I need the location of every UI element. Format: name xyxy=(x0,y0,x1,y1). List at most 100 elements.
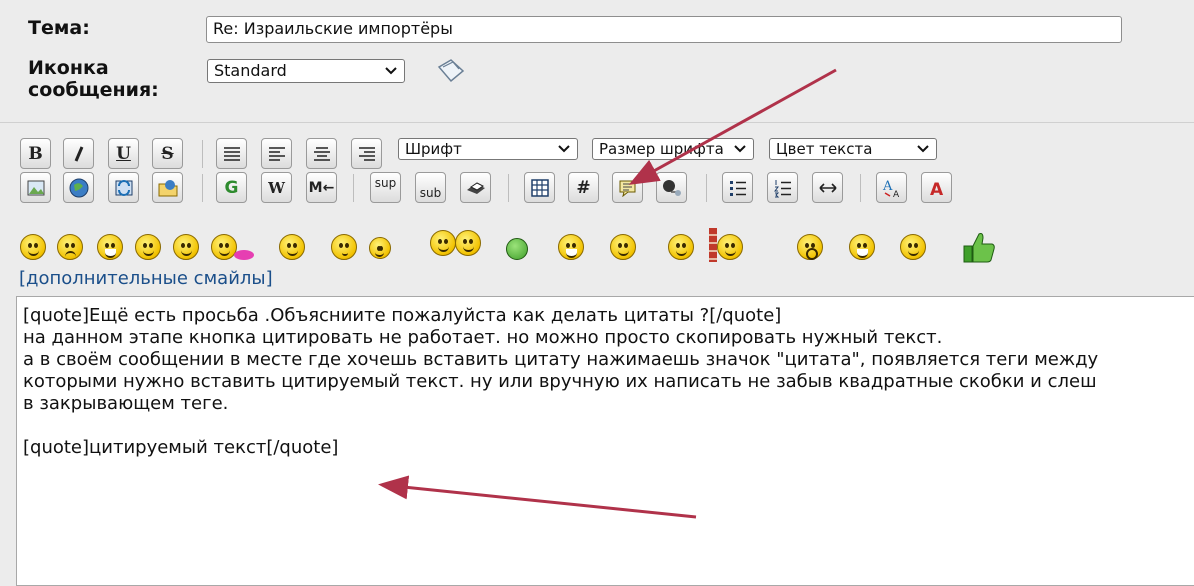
google-button[interactable]: G xyxy=(216,172,247,203)
smiley-icon[interactable] xyxy=(97,234,123,260)
thumbs-up-icon[interactable] xyxy=(960,228,998,266)
bullet-list-button[interactable] xyxy=(722,172,753,203)
align-left-icon xyxy=(268,146,285,161)
font-color-button[interactable]: A xyxy=(921,172,952,203)
align-right-button[interactable] xyxy=(351,138,382,169)
font-select[interactable]: Шрифт xyxy=(398,138,578,160)
chevron-down-icon xyxy=(917,145,929,153)
smiley-mouth xyxy=(28,249,39,256)
smiley-icon[interactable] xyxy=(849,234,875,260)
smiley-mouth xyxy=(375,250,384,257)
header-divider xyxy=(0,122,1194,123)
smiley-mouth xyxy=(857,249,868,258)
justify-icon xyxy=(223,146,240,161)
toolbar-separator xyxy=(202,140,203,168)
bold-button[interactable]: B xyxy=(20,138,51,169)
align-right-icon xyxy=(358,146,375,161)
code-label: # xyxy=(576,177,591,198)
smiley-icon[interactable] xyxy=(558,234,584,260)
strike-button[interactable]: S xyxy=(152,138,183,169)
smiley-icon[interactable] xyxy=(668,234,694,260)
smiley-icon[interactable] xyxy=(135,234,161,260)
insert-attachment-button[interactable] xyxy=(152,172,183,203)
smiley-icon[interactable] xyxy=(455,230,481,256)
wiki-button[interactable]: W xyxy=(261,172,292,203)
printer-icon xyxy=(466,181,485,194)
toolbar-separator xyxy=(202,174,203,202)
strike-label: S xyxy=(161,143,174,164)
superscript-button[interactable]: sup xyxy=(370,172,401,203)
numbered-list-icon xyxy=(773,179,791,197)
smiley-icon[interactable] xyxy=(279,234,305,260)
smiley-icon[interactable] xyxy=(20,234,46,260)
align-center-button[interactable] xyxy=(306,138,337,169)
underline-button[interactable]: U xyxy=(108,138,139,169)
spoiler-button[interactable] xyxy=(656,172,687,203)
smiley-mouth xyxy=(342,249,348,256)
smiley-mouth xyxy=(566,249,577,258)
print-button[interactable] xyxy=(460,172,491,203)
smiley-icon[interactable] xyxy=(717,234,743,260)
smiley-mouth xyxy=(287,249,298,256)
smiley-icon[interactable] xyxy=(900,234,926,260)
message-icon-preview-icon xyxy=(437,59,465,83)
font-color-icon: A xyxy=(930,180,944,198)
subscript-button[interactable]: sub xyxy=(415,172,446,203)
image-icon xyxy=(27,180,44,195)
font-transform-button[interactable]: AA xyxy=(876,172,907,203)
svg-text:A: A xyxy=(893,190,900,199)
smiley-icon[interactable] xyxy=(797,234,823,260)
numbered-list-button[interactable] xyxy=(767,172,798,203)
globe-link-icon xyxy=(69,178,88,197)
underline-label: U xyxy=(116,143,131,164)
google-label: G xyxy=(224,177,239,198)
smiley-mouth xyxy=(219,249,230,256)
more-smilies-link[interactable]: [дополнительные смайлы] xyxy=(19,268,273,289)
toolbar-separator xyxy=(508,174,509,202)
insert-table-button[interactable] xyxy=(524,172,555,203)
chevron-down-icon xyxy=(558,145,570,153)
align-center-icon xyxy=(313,146,330,161)
font-select-value: Шрифт xyxy=(405,140,462,158)
sync-icon xyxy=(115,179,132,196)
bold-label: B xyxy=(28,143,43,164)
smiley-icon[interactable] xyxy=(430,230,456,256)
smiley-mouth xyxy=(725,249,736,256)
message-icon-select[interactable]: Standard xyxy=(207,59,405,83)
insert-email-button[interactable] xyxy=(108,172,139,203)
smiley-mouth xyxy=(806,248,818,260)
smiley-mouth xyxy=(181,249,192,256)
insert-image-button[interactable] xyxy=(20,172,51,203)
folder-globe-icon xyxy=(158,179,177,196)
message-icon-label: Иконка сообщения: xyxy=(28,57,159,101)
smiley-mouth xyxy=(143,249,154,256)
italic-button[interactable] xyxy=(63,138,94,169)
insert-link-button[interactable] xyxy=(63,172,94,203)
smiley-icon[interactable] xyxy=(331,234,357,260)
align-justify-button[interactable] xyxy=(261,138,292,169)
smiley-icon[interactable] xyxy=(57,234,83,260)
align-left-button[interactable] xyxy=(216,138,247,169)
smiley-icon[interactable] xyxy=(610,234,636,260)
svg-text:A: A xyxy=(930,180,944,198)
smiley-green-icon[interactable] xyxy=(506,238,528,260)
smiley-icon[interactable] xyxy=(369,237,391,259)
font-size-select[interactable]: Размер шрифта xyxy=(592,138,754,160)
smiley-icon[interactable] xyxy=(173,234,199,260)
code-button[interactable]: # xyxy=(568,172,599,203)
smiley-mouth xyxy=(676,249,687,256)
smiley-icon[interactable] xyxy=(211,234,237,260)
smiley-mouth xyxy=(908,249,919,256)
svg-text:A: A xyxy=(882,179,893,194)
more-button[interactable]: M← xyxy=(306,172,337,203)
spoiler-icon xyxy=(662,179,681,196)
message-textarea[interactable]: [quote]Ещё есть просьба .Объясниите пожа… xyxy=(16,296,1194,586)
subject-input[interactable]: Re: Израильские импортёры xyxy=(206,16,1122,43)
text-color-select[interactable]: Цвет текста xyxy=(769,138,937,160)
quote-button[interactable] xyxy=(612,172,643,203)
chevron-down-icon xyxy=(734,145,746,153)
horizontal-rule-button[interactable] xyxy=(812,172,843,203)
wiki-label: W xyxy=(268,178,285,197)
smiley-mouth xyxy=(463,245,474,252)
smiley-mouth xyxy=(618,249,629,256)
